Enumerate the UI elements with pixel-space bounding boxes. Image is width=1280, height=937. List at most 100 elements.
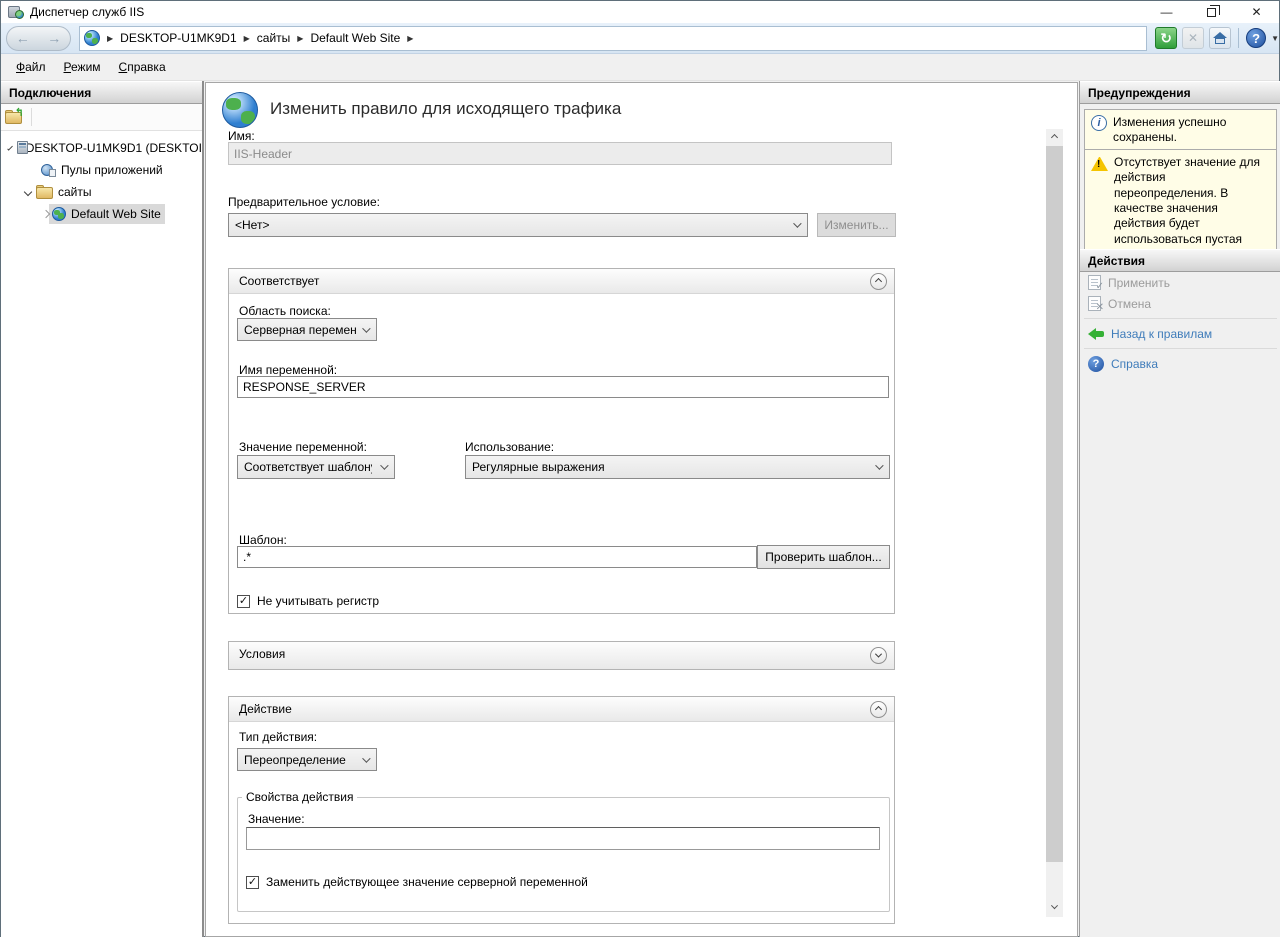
- action-value-label: Значение:: [248, 812, 305, 826]
- chevron-down-icon: [362, 324, 370, 332]
- tree-item-server[interactable]: DESKTOP-U1MK9D1 (DESKTOI: [1, 137, 202, 159]
- help-action[interactable]: ? Справка: [1080, 353, 1280, 374]
- replace-checkbox-row[interactable]: ✓ Заменить действующее значение серверно…: [246, 875, 588, 889]
- menu-file[interactable]: Файл: [7, 56, 55, 78]
- stop-button: ✕: [1182, 27, 1204, 49]
- action-type-select[interactable]: Переопределение: [237, 748, 377, 771]
- chevron-up-icon: [1051, 134, 1058, 141]
- info-note: i Изменения успешно сохранены.: [1084, 109, 1277, 152]
- forward-nav-icon[interactable]: →: [47, 30, 61, 46]
- expander-open-icon[interactable]: [24, 188, 32, 196]
- actions-separator: [1084, 348, 1277, 349]
- conditions-section-title: Условия: [239, 647, 285, 661]
- menu-bar: Файл Режим Справка: [1, 54, 1279, 81]
- collapse-section-button[interactable]: [870, 701, 887, 718]
- close-button[interactable]: ✕: [1234, 1, 1279, 23]
- chevron-down-icon: [1051, 902, 1058, 909]
- title-bar: Диспетчер служб IIS — ✕: [1, 1, 1279, 23]
- help-dropdown-caret-icon[interactable]: ▼: [1271, 34, 1279, 43]
- precondition-label: Предварительное условие:: [228, 195, 380, 209]
- warning-icon: [1091, 157, 1108, 171]
- tree-item-label: Default Web Site: [71, 207, 161, 221]
- breadcrumb-server[interactable]: DESKTOP-U1MK9D1: [120, 31, 236, 45]
- back-nav-icon[interactable]: ←: [16, 30, 30, 46]
- ignore-case-checkbox-row[interactable]: ✓ Не учитывать регистр: [237, 594, 379, 608]
- action-section: Действие Тип действия: Переопределение С…: [228, 696, 895, 924]
- crumb-arrow-icon: ▶: [107, 34, 113, 43]
- scrollbar-thumb[interactable]: [1046, 146, 1063, 862]
- precondition-select[interactable]: <Нет>: [228, 213, 808, 237]
- action-value-input[interactable]: [246, 827, 880, 850]
- apply-icon: ✓: [1088, 275, 1101, 290]
- chevron-down-icon: [362, 754, 370, 762]
- tree-item-label: Пулы приложений: [61, 163, 163, 177]
- action-section-header: Действие: [229, 697, 894, 722]
- right-panel: Предупреждения i Изменения успешно сохра…: [1079, 81, 1280, 937]
- restore-button[interactable]: [1189, 1, 1234, 23]
- test-pattern-button[interactable]: Проверить шаблон...: [757, 545, 890, 569]
- action-type-label: Тип действия:: [239, 730, 317, 744]
- application-pools-icon: [41, 163, 56, 177]
- actions-list: ✓ Применить ✕ Отмена Назад к правилам ? …: [1080, 272, 1280, 374]
- back-to-rules-action[interactable]: Назад к правилам: [1080, 323, 1280, 344]
- conditions-section: Условия: [228, 641, 895, 670]
- connections-toolbar: ↰: [1, 104, 202, 131]
- pattern-input[interactable]: [237, 546, 757, 568]
- scroll-up-button[interactable]: [1046, 129, 1063, 146]
- nav-pill: ← →: [6, 26, 71, 51]
- app-icon: [8, 5, 24, 19]
- scroll-down-button[interactable]: [1046, 900, 1063, 917]
- breadcrumb-sites[interactable]: сайты: [257, 31, 291, 45]
- usage-select[interactable]: Регулярные выражения: [465, 455, 890, 479]
- expander-open-icon[interactable]: [7, 145, 13, 151]
- precondition-value: <Нет>: [235, 218, 269, 232]
- help-button[interactable]: ?: [1246, 28, 1266, 48]
- page-globe-icon: [222, 92, 258, 128]
- conditions-section-header: Условия: [229, 642, 894, 669]
- stop-icon: ✕: [1188, 31, 1198, 45]
- menu-view[interactable]: Режим: [55, 56, 110, 78]
- variable-value-select[interactable]: Соответствует шаблону: [237, 455, 395, 479]
- scope-label: Область поиска:: [239, 304, 331, 318]
- cancel-action: ✕ Отмена: [1080, 293, 1280, 314]
- help-link[interactable]: Справка: [1111, 357, 1158, 371]
- variable-name-label: Имя переменной:: [239, 363, 337, 377]
- toolbar-separator: [31, 108, 32, 126]
- match-section-header: Соответствует: [229, 269, 894, 294]
- scope-select[interactable]: Серверная переменн: [237, 318, 377, 341]
- tree-item-default-web-site[interactable]: Default Web Site: [1, 203, 202, 225]
- action-section-title: Действие: [239, 702, 292, 716]
- actions-header: Действия: [1080, 249, 1280, 272]
- vertical-scrollbar[interactable]: [1046, 129, 1063, 917]
- apply-label: Применить: [1108, 276, 1170, 290]
- ignore-case-label: Не учитывать регистр: [257, 594, 379, 608]
- expand-section-button[interactable]: [870, 647, 887, 664]
- home-button[interactable]: [1209, 27, 1231, 49]
- menu-help[interactable]: Справка: [110, 56, 175, 78]
- apply-action: ✓ Применить: [1080, 272, 1280, 293]
- ignore-case-checkbox[interactable]: ✓: [237, 595, 250, 608]
- page-title: Изменить правило для исходящего трафика: [270, 99, 621, 119]
- edit-precondition-button: Изменить...: [817, 213, 896, 237]
- refresh-button[interactable]: ↻: [1155, 27, 1177, 49]
- pattern-label: Шаблон:: [239, 533, 287, 547]
- variable-name-input[interactable]: [237, 376, 889, 398]
- chevron-up-icon: [875, 706, 882, 713]
- sites-folder-icon: [36, 185, 53, 199]
- tree-item-sites[interactable]: сайты: [1, 181, 202, 203]
- globe-icon[interactable]: [84, 30, 100, 46]
- window-title: Диспетчер служб IIS: [30, 5, 144, 19]
- iis-manager-window: { "window": { "title": "Диспетчер служб …: [0, 0, 1280, 937]
- back-to-rules-link[interactable]: Назад к правилам: [1111, 327, 1212, 341]
- breadcrumb-default-web-site[interactable]: Default Web Site: [310, 31, 400, 45]
- minimize-button[interactable]: —: [1144, 1, 1189, 23]
- name-label: Имя:: [228, 129, 255, 143]
- collapse-section-button[interactable]: [870, 273, 887, 290]
- replace-checkbox[interactable]: ✓: [246, 876, 259, 889]
- crumb-arrow-icon: ▶: [297, 34, 303, 43]
- chevron-down-icon: [875, 651, 882, 658]
- info-icon: i: [1091, 115, 1107, 131]
- create-connection-icon[interactable]: ↰: [5, 110, 23, 124]
- match-section: Соответствует Область поиска: Серверная …: [228, 268, 895, 614]
- tree-item-app-pools[interactable]: Пулы приложений: [1, 159, 202, 181]
